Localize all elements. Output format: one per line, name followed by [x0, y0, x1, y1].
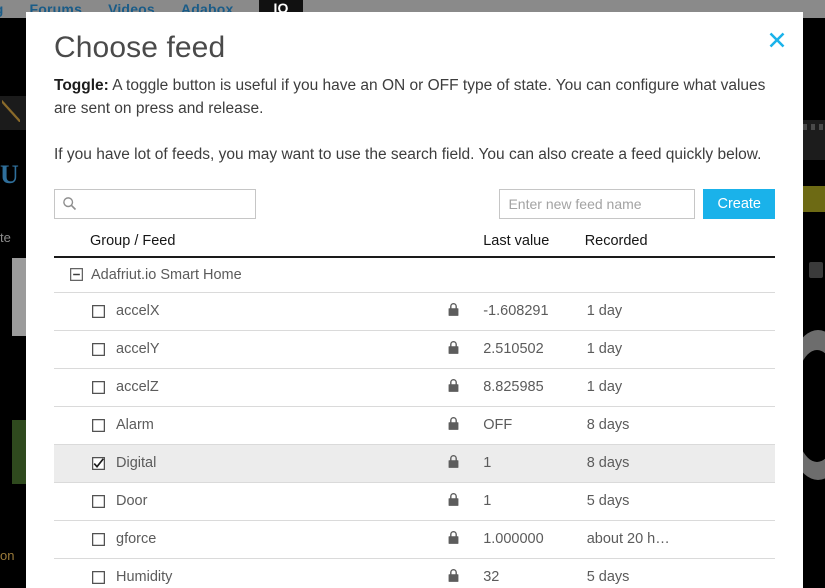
feed-name: Humidity	[116, 569, 172, 585]
feed-name: accelX	[116, 303, 160, 319]
feed-name: gforce	[116, 531, 156, 547]
feed-name: accelZ	[116, 379, 159, 395]
lock-icon	[447, 302, 460, 317]
table-row[interactable]: Digital 1 8 days	[54, 444, 775, 482]
feed-name: accelY	[116, 341, 160, 357]
feed-group-name: Adafriut.io Smart Home	[91, 267, 242, 283]
lock-icon	[447, 492, 460, 507]
feed-lock-cell	[447, 558, 483, 588]
background-decoration	[809, 262, 823, 278]
feed-checkbox[interactable]	[92, 457, 105, 470]
choose-feed-modal: Choose feed Toggle: A toggle button is u…	[26, 12, 803, 588]
background-decoration: on	[0, 548, 26, 566]
feed-lock-cell	[447, 368, 483, 406]
modal-body: Choose feed Toggle: A toggle button is u…	[26, 12, 803, 588]
nav-item-blog[interactable]: og	[0, 1, 4, 17]
search-field-wrapper	[54, 189, 256, 219]
feed-last-value: 1.000000	[483, 531, 543, 547]
table-row[interactable]: accelZ 8.825985 1 day	[54, 368, 775, 406]
close-icon[interactable]	[765, 28, 789, 52]
feed-last-value: 1	[483, 455, 491, 471]
feed-lock-cell	[447, 482, 483, 520]
feed-last-value: 32	[483, 569, 499, 585]
column-header-lock	[447, 233, 483, 257]
feed-lock-cell	[447, 292, 483, 330]
lock-icon	[447, 340, 460, 355]
feed-last-value: 2.510502	[483, 341, 543, 357]
modal-description-lead: Toggle:	[54, 77, 109, 94]
background-decoration	[803, 124, 825, 130]
table-row[interactable]: accelX -1.608291 1 day	[54, 292, 775, 330]
feed-checkbox[interactable]	[92, 343, 105, 356]
column-header-last-value[interactable]: Last value	[483, 233, 584, 257]
feed-recorded: 5 days	[585, 493, 630, 509]
table-row[interactable]: Humidity 32 5 days	[54, 558, 775, 588]
feed-recorded: 5 days	[585, 569, 630, 585]
feed-checkbox[interactable]	[92, 571, 105, 584]
lock-icon	[447, 568, 460, 583]
feed-name: Digital	[116, 455, 156, 471]
feed-group-row[interactable]: Adafriut.io Smart Home	[54, 257, 775, 293]
lock-icon	[447, 378, 460, 393]
search-input[interactable]	[54, 189, 256, 219]
feed-group-lock-cell	[447, 257, 483, 293]
modal-controls: Create	[54, 189, 775, 219]
feed-lock-cell	[447, 406, 483, 444]
feed-table-body: Adafriut.io Smart Home accelX -1.608291 1 d…	[54, 257, 775, 588]
feed-name: Door	[116, 493, 147, 509]
background-page-right	[803, 18, 825, 588]
feed-recorded: about 20 h…	[585, 531, 670, 547]
modal-description-body: A toggle button is useful if you have an…	[54, 77, 765, 117]
lock-icon	[447, 454, 460, 469]
page-title: Choose feed	[54, 30, 775, 66]
feed-table-head: Group / Feed Last value Recorded	[54, 233, 775, 257]
lock-icon	[447, 416, 460, 431]
table-row[interactable]: Door 1 5 days	[54, 482, 775, 520]
feed-recorded: 1 day	[585, 379, 622, 395]
feed-group-recorded-cell	[585, 257, 775, 293]
create-button[interactable]: Create	[703, 189, 775, 219]
table-row[interactable]: accelY 2.510502 1 day	[54, 330, 775, 368]
feed-name: Alarm	[116, 417, 154, 433]
column-header-recorded[interactable]: Recorded	[585, 233, 775, 257]
feed-recorded: 1 day	[585, 341, 622, 357]
feed-checkbox[interactable]	[92, 533, 105, 546]
feed-lock-cell	[447, 444, 483, 482]
feed-recorded: 1 day	[585, 303, 622, 319]
feed-checkbox[interactable]	[92, 419, 105, 432]
feed-lock-cell	[447, 330, 483, 368]
feed-recorded: 8 days	[585, 455, 630, 471]
background-decoration	[803, 186, 825, 212]
minus-square-icon[interactable]	[70, 268, 83, 281]
column-header-group-feed[interactable]: Group / Feed	[54, 233, 447, 257]
feed-group-value-cell	[483, 257, 584, 293]
feed-last-value: -1.608291	[483, 303, 548, 319]
new-feed-name-input[interactable]	[499, 189, 695, 219]
feed-table-header-row: Group / Feed Last value Recorded	[54, 233, 775, 257]
table-row[interactable]: gforce 1.000000 about 20 h…	[54, 520, 775, 558]
feed-checkbox[interactable]	[92, 381, 105, 394]
modal-description-toggle: Toggle: A toggle button is useful if you…	[54, 74, 775, 121]
feed-checkbox[interactable]	[92, 495, 105, 508]
feed-checkbox[interactable]	[92, 305, 105, 318]
feed-last-value: OFF	[483, 417, 512, 433]
background-decoration: te	[0, 230, 20, 246]
modal-description-search: If you have lot of feeds, you may want t…	[54, 143, 775, 166]
lock-icon	[447, 530, 460, 545]
background-decoration: U	[0, 160, 26, 190]
feed-lock-cell	[447, 520, 483, 558]
table-row[interactable]: Alarm OFF 8 days	[54, 406, 775, 444]
feed-last-value: 1	[483, 493, 491, 509]
feed-last-value: 8.825985	[483, 379, 543, 395]
feed-recorded: 8 days	[585, 417, 630, 433]
background-decoration	[2, 100, 20, 122]
page-root: U te on og Forums Videos Adabox IO Choos…	[0, 0, 825, 588]
feed-table: Group / Feed Last value Recorded Adafriu…	[54, 233, 775, 588]
